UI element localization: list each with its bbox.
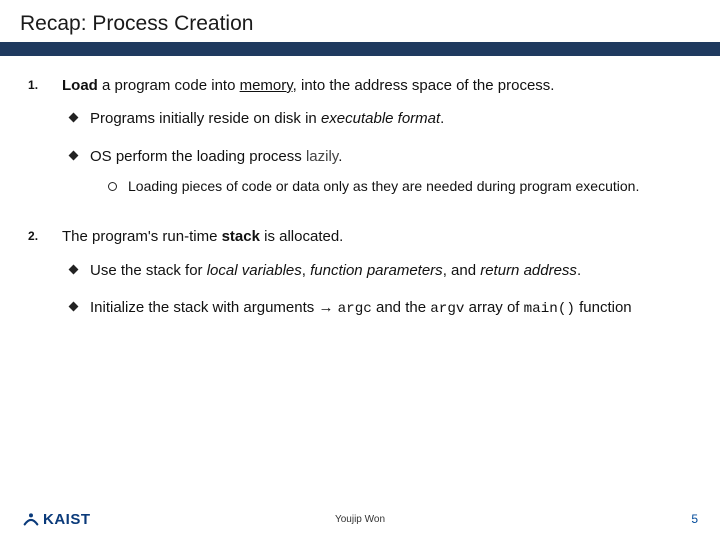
text: Loading pieces of code or data only as t… — [128, 178, 639, 194]
text: Use the stack for — [90, 262, 207, 279]
kaist-logo-icon — [22, 510, 40, 528]
text: . — [440, 110, 444, 127]
slide-title: Recap: Process Creation — [20, 12, 720, 36]
list-item-2: The program's run-time stack is allocate… — [28, 225, 692, 320]
sub-item: Initialize the stack with arguments → ar… — [68, 296, 692, 320]
page-number: 5 — [691, 512, 698, 526]
text: OS perform the loading process — [90, 148, 306, 165]
ordered-list: Load a program code into memory, into th… — [28, 74, 692, 320]
item2-lead: The program's run-time stack is allocate… — [62, 225, 692, 248]
code-argv: argv — [430, 301, 464, 317]
sublist-2: Use the stack for local variables, funct… — [68, 259, 692, 320]
text-italic: function parameters — [310, 262, 443, 279]
kaist-logo-text: KAIST — [43, 511, 91, 528]
text: and the — [372, 299, 430, 316]
text: The program's run-time — [62, 228, 222, 245]
code-argc: argc — [338, 301, 372, 317]
text: , into the address space of the process. — [293, 77, 555, 94]
text: is allocated. — [260, 228, 343, 245]
text-italic: local variables — [207, 262, 302, 279]
item1-memory: memory — [240, 77, 293, 94]
text: array of — [464, 299, 523, 316]
text: , — [302, 262, 310, 279]
author-name: Youjip Won — [335, 514, 385, 525]
footer: KAIST Youjip Won 5 — [0, 506, 720, 532]
kaist-logo: KAIST — [22, 510, 91, 528]
title-bar: Recap: Process Creation — [0, 0, 720, 36]
sublist-1: Programs initially reside on disk in exe… — [68, 107, 692, 197]
subsub-item: Loading pieces of code or data only as t… — [106, 176, 692, 198]
code-main: main() — [524, 301, 575, 317]
sub-item: OS perform the loading process lazily. L… — [68, 145, 692, 198]
arrow-icon: → — [318, 299, 333, 316]
text-italic: return address — [480, 262, 577, 279]
item1-lead: Load a program code into memory, into th… — [62, 74, 692, 97]
text-italic: executable format — [321, 110, 440, 127]
item2-stack: stack — [222, 228, 260, 245]
text: Initialize the stack with arguments — [90, 299, 318, 316]
text-lazily: lazily — [306, 148, 338, 165]
text: Programs initially reside on disk in — [90, 110, 321, 127]
sub-item: Use the stack for local variables, funct… — [68, 259, 692, 282]
title-underline — [0, 42, 720, 56]
text: . — [577, 262, 581, 279]
subsublist: Loading pieces of code or data only as t… — [106, 176, 692, 198]
list-item-1: Load a program code into memory, into th… — [28, 74, 692, 197]
text: function — [575, 299, 632, 316]
text: a program code into — [98, 77, 240, 94]
item1-load: Load — [62, 77, 98, 94]
slide-body: Load a program code into memory, into th… — [0, 56, 720, 320]
text: . — [338, 148, 342, 165]
text: , and — [443, 262, 481, 279]
sub-item: Programs initially reside on disk in exe… — [68, 107, 692, 130]
